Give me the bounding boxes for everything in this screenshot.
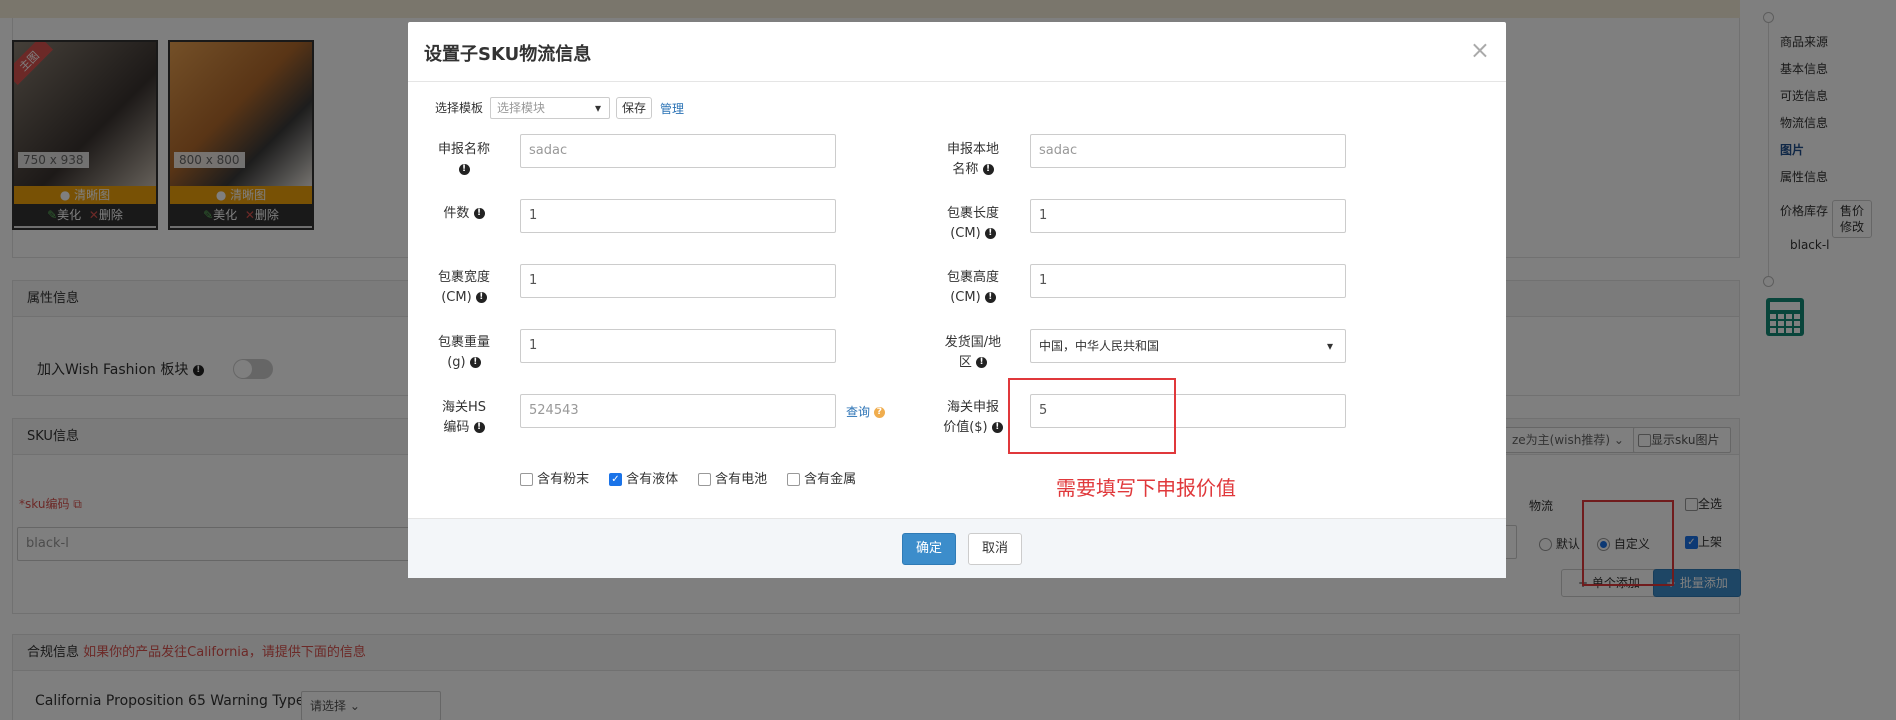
- sku-logistics-modal: 设置子SKU物流信息 × 选择模板 选择模块 ▾ 保存 管理 申报名称! sada…: [408, 22, 1506, 578]
- cancel-button[interactable]: 取消: [968, 533, 1022, 565]
- pkg-length-input[interactable]: 1: [1030, 199, 1346, 233]
- pkg-weight-label: 包裹重量 (g) !: [437, 335, 490, 370]
- template-label: 选择模板: [435, 101, 484, 115]
- close-icon[interactable]: ×: [1470, 36, 1490, 64]
- declare-name-label: 申报名称!: [437, 142, 490, 175]
- quantity-input[interactable]: 1: [520, 199, 836, 233]
- declare-local-name-label: 申报本地 名称 !: [946, 142, 999, 177]
- help-icon: ?: [873, 407, 885, 418]
- quantity-label: 件数 !: [430, 204, 498, 224]
- annotation-box-declare-value: [1008, 378, 1176, 454]
- info-icon: !: [475, 292, 487, 303]
- chevron-down-icon: ▾: [1326, 339, 1333, 353]
- pkg-weight-input[interactable]: 1: [520, 329, 836, 363]
- hs-query-link[interactable]: 查询 ?: [846, 403, 885, 420]
- hs-code-input[interactable]: 524543: [520, 394, 836, 428]
- modal-title: 设置子SKU物流信息: [408, 22, 1506, 82]
- confirm-button[interactable]: 确定: [902, 533, 956, 565]
- info-icon: !: [984, 292, 996, 303]
- battery-checkbox[interactable]: 含有电池: [698, 468, 767, 487]
- hs-code-label: 海关HS 编码 !: [441, 400, 487, 435]
- info-icon: !: [991, 422, 1003, 433]
- template-manage-link[interactable]: 管理: [660, 100, 684, 117]
- pkg-width-input[interactable]: 1: [520, 264, 836, 298]
- ship-country-select[interactable]: 中国，中华人民共和国 ▾: [1030, 329, 1346, 363]
- pkg-length-label: 包裹长度 (CM) !: [946, 206, 999, 241]
- template-select[interactable]: 选择模块 ▾: [490, 97, 610, 119]
- annotation-note: 需要填写下申报价值: [1056, 476, 1236, 500]
- info-icon: !: [473, 208, 485, 219]
- info-icon: !: [458, 164, 470, 175]
- info-icon: !: [469, 357, 481, 368]
- declare-name-input[interactable]: sadac: [520, 134, 836, 168]
- info-icon: !: [976, 357, 988, 368]
- metal-checkbox[interactable]: 含有金属: [787, 468, 856, 487]
- info-icon: !: [982, 164, 994, 175]
- liquid-checkbox[interactable]: ✓ 含有液体: [609, 468, 678, 487]
- modal-footer: 确定 取消: [408, 518, 1506, 578]
- declare-value-label: 海关申报 价值($) !: [938, 398, 1008, 438]
- declare-local-name-input[interactable]: sadac: [1030, 134, 1346, 168]
- pkg-height-input[interactable]: 1: [1030, 264, 1346, 298]
- pkg-width-label: 包裹宽度 (CM) !: [437, 270, 490, 305]
- ship-country-label: 发货国/地区 !: [944, 335, 1002, 370]
- info-icon: !: [473, 422, 485, 433]
- pkg-height-label: 包裹高度 (CM) !: [946, 270, 999, 305]
- info-icon: !: [984, 228, 996, 239]
- powder-checkbox[interactable]: 含有粉末: [520, 468, 589, 487]
- template-save-button[interactable]: 保存: [616, 97, 652, 119]
